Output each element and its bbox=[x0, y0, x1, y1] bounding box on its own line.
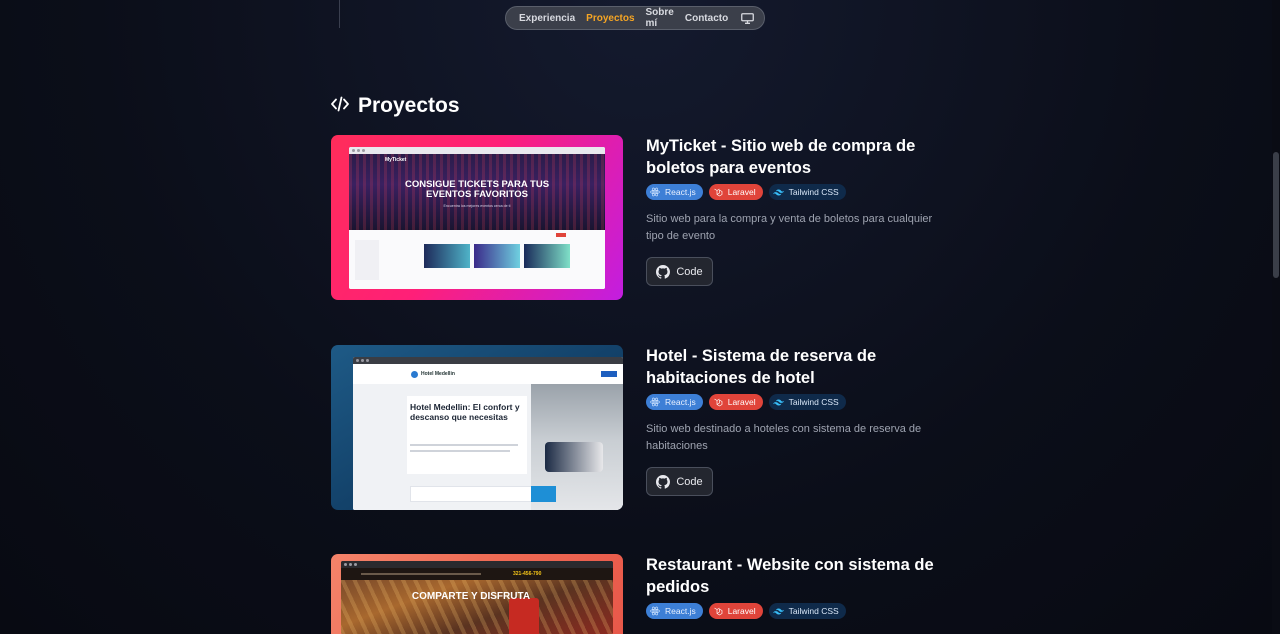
section-title: Proyectos bbox=[358, 94, 460, 117]
project-preview-image[interactable]: Hotel Medellin Hotel Medellin: El confor… bbox=[331, 345, 623, 510]
top-nav: Experiencia Proyectos Sobre mí Contacto bbox=[505, 6, 765, 30]
tag-tailwind: Tailwind CSS bbox=[768, 184, 846, 200]
project-preview-image[interactable]: MyTicket CONSIGUE TICKETS PARA TUS EVENT… bbox=[331, 135, 623, 300]
preview-browser: 321-456-790 COMPARTE Y DISFRUTA bbox=[341, 561, 613, 634]
nav-link-experiencia[interactable]: Experiencia bbox=[519, 13, 575, 24]
project-title: Restaurant - Website con sistema de pedi… bbox=[646, 556, 934, 596]
nav-link-proyectos[interactable]: Proyectos bbox=[586, 13, 634, 24]
project-info: Hotel - Sistema de reserva de habitacion… bbox=[646, 345, 946, 496]
react-icon bbox=[650, 187, 660, 197]
preview-phone: 321-456-790 bbox=[513, 571, 542, 577]
code-button[interactable]: Code bbox=[646, 467, 713, 496]
code-icon bbox=[331, 94, 349, 118]
laravel-icon bbox=[714, 398, 723, 407]
tag-react: React.js bbox=[646, 184, 703, 200]
preview-brand: MyTicket bbox=[385, 157, 407, 163]
preview-subline: Encuentra los mejores eventos cerca de t… bbox=[443, 204, 511, 208]
tag-tailwind: Tailwind CSS bbox=[768, 603, 846, 619]
divider-line bbox=[339, 0, 340, 28]
project-title: MyTicket - Sitio web de compra de boleto… bbox=[646, 137, 916, 177]
nav-link-sobre-mi[interactable]: Sobre mí bbox=[646, 7, 674, 29]
section-heading: Proyectos bbox=[331, 94, 460, 118]
scrollbar-thumb[interactable] bbox=[1273, 152, 1279, 278]
project-card-myticket: MyTicket CONSIGUE TICKETS PARA TUS EVENT… bbox=[331, 135, 951, 301]
react-icon bbox=[650, 606, 660, 616]
project-card-restaurant: 321-456-790 COMPARTE Y DISFRUTA Restaura… bbox=[331, 554, 951, 634]
github-icon bbox=[656, 264, 671, 279]
nav-link-contacto[interactable]: Contacto bbox=[685, 13, 728, 24]
monitor-icon[interactable] bbox=[741, 12, 755, 24]
project-info: Restaurant - Website con sistema de pedi… bbox=[646, 554, 946, 619]
tailwind-icon bbox=[772, 399, 784, 406]
project-description: Sitio web para la compra y venta de bole… bbox=[646, 213, 933, 242]
preview-browser: MyTicket CONSIGUE TICKETS PARA TUS EVENT… bbox=[349, 147, 605, 289]
project-preview-image[interactable]: 321-456-790 COMPARTE Y DISFRUTA bbox=[331, 554, 623, 634]
tag-tailwind: Tailwind CSS bbox=[768, 394, 846, 410]
tag-laravel: Laravel bbox=[708, 394, 763, 410]
preview-brand: Hotel Medellin bbox=[421, 371, 455, 377]
code-button[interactable]: Code bbox=[646, 257, 713, 286]
github-icon bbox=[656, 474, 671, 489]
tag-laravel: Laravel bbox=[708, 603, 763, 619]
react-icon bbox=[650, 397, 660, 407]
laravel-icon bbox=[714, 607, 723, 616]
tag-laravel: Laravel bbox=[708, 184, 763, 200]
project-description: Sitio web destinado a hoteles con sistem… bbox=[646, 423, 922, 452]
tech-tags: React.js Laravel Tailwind CSS bbox=[646, 603, 946, 619]
tailwind-icon bbox=[772, 189, 784, 196]
preview-headline: COMPARTE Y DISFRUTA bbox=[411, 591, 531, 602]
preview-headline: Hotel Medellin: El confort y descanso qu… bbox=[410, 402, 520, 422]
project-title: Hotel - Sistema de reserva de habitacion… bbox=[646, 347, 877, 387]
tag-react: React.js bbox=[646, 603, 703, 619]
preview-headline: CONSIGUE TICKETS PARA TUS EVENTOS FAVORI… bbox=[404, 179, 550, 200]
laravel-icon bbox=[714, 188, 723, 197]
project-info: MyTicket - Sitio web de compra de boleto… bbox=[646, 135, 946, 286]
tech-tags: React.js Laravel Tailwind CSS bbox=[646, 394, 946, 410]
tag-react: React.js bbox=[646, 394, 703, 410]
project-card-hotel: Hotel Medellin Hotel Medellin: El confor… bbox=[331, 345, 951, 511]
scrollbar-track[interactable] bbox=[1272, 0, 1280, 634]
tailwind-icon bbox=[772, 608, 784, 615]
preview-browser: Hotel Medellin Hotel Medellin: El confor… bbox=[353, 357, 623, 510]
tech-tags: React.js Laravel Tailwind CSS bbox=[646, 184, 946, 200]
